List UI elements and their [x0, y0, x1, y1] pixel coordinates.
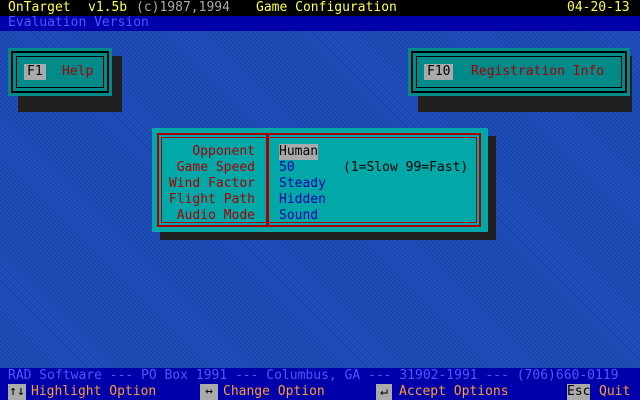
accept-options-action[interactable]: Accept Options: [399, 384, 509, 400]
audio-mode-label: Audio Mode: [176, 208, 255, 223]
app-version: v1.5b: [88, 0, 128, 15]
game-speed-value[interactable]: 50: [279, 160, 295, 176]
game-speed-label: Game Speed: [176, 160, 255, 175]
wind-factor-value[interactable]: Steady: [279, 176, 326, 192]
arrows-updown-icon: ↑↓: [8, 384, 26, 400]
flight-path-label: Flight Path: [168, 192, 255, 207]
enter-key-icon: ↵: [376, 384, 392, 400]
evaluation-label: Evaluation Version: [8, 15, 149, 30]
registration-label: Registration Info: [471, 64, 605, 79]
esc-key-icon: Esc: [567, 384, 591, 400]
screen-title: Game Configuration: [256, 0, 397, 15]
speed-hint: (1=Slow 99=Fast): [343, 160, 469, 175]
help-key: F1: [24, 64, 46, 80]
help-label: Help: [62, 64, 94, 79]
company-info: RAD Software --- PO Box 1991 --- Columbu…: [8, 368, 619, 383]
date-display: 04-20-13: [567, 0, 630, 15]
registration-button[interactable]: F10 Registration Info: [408, 48, 630, 96]
quit-action[interactable]: Quit: [599, 384, 630, 400]
dialog-divider: [266, 134, 269, 226]
highlight-option-action[interactable]: Highlight Option: [31, 384, 156, 400]
arrows-leftright-icon: ↔: [200, 384, 218, 400]
change-option-action[interactable]: Change Option: [223, 384, 325, 400]
audio-mode-value[interactable]: Sound: [279, 208, 318, 224]
app-name: OnTarget: [8, 0, 71, 15]
opponent-label: Opponent: [192, 144, 255, 159]
opponent-value[interactable]: Human: [279, 144, 319, 160]
wind-factor-label: Wind Factor: [168, 176, 255, 191]
registration-key: F10: [424, 64, 454, 80]
help-button[interactable]: F1 Help: [8, 48, 112, 96]
app-copyright: (c)1987,1994: [136, 0, 230, 15]
flight-path-value[interactable]: Hidden: [279, 192, 326, 208]
